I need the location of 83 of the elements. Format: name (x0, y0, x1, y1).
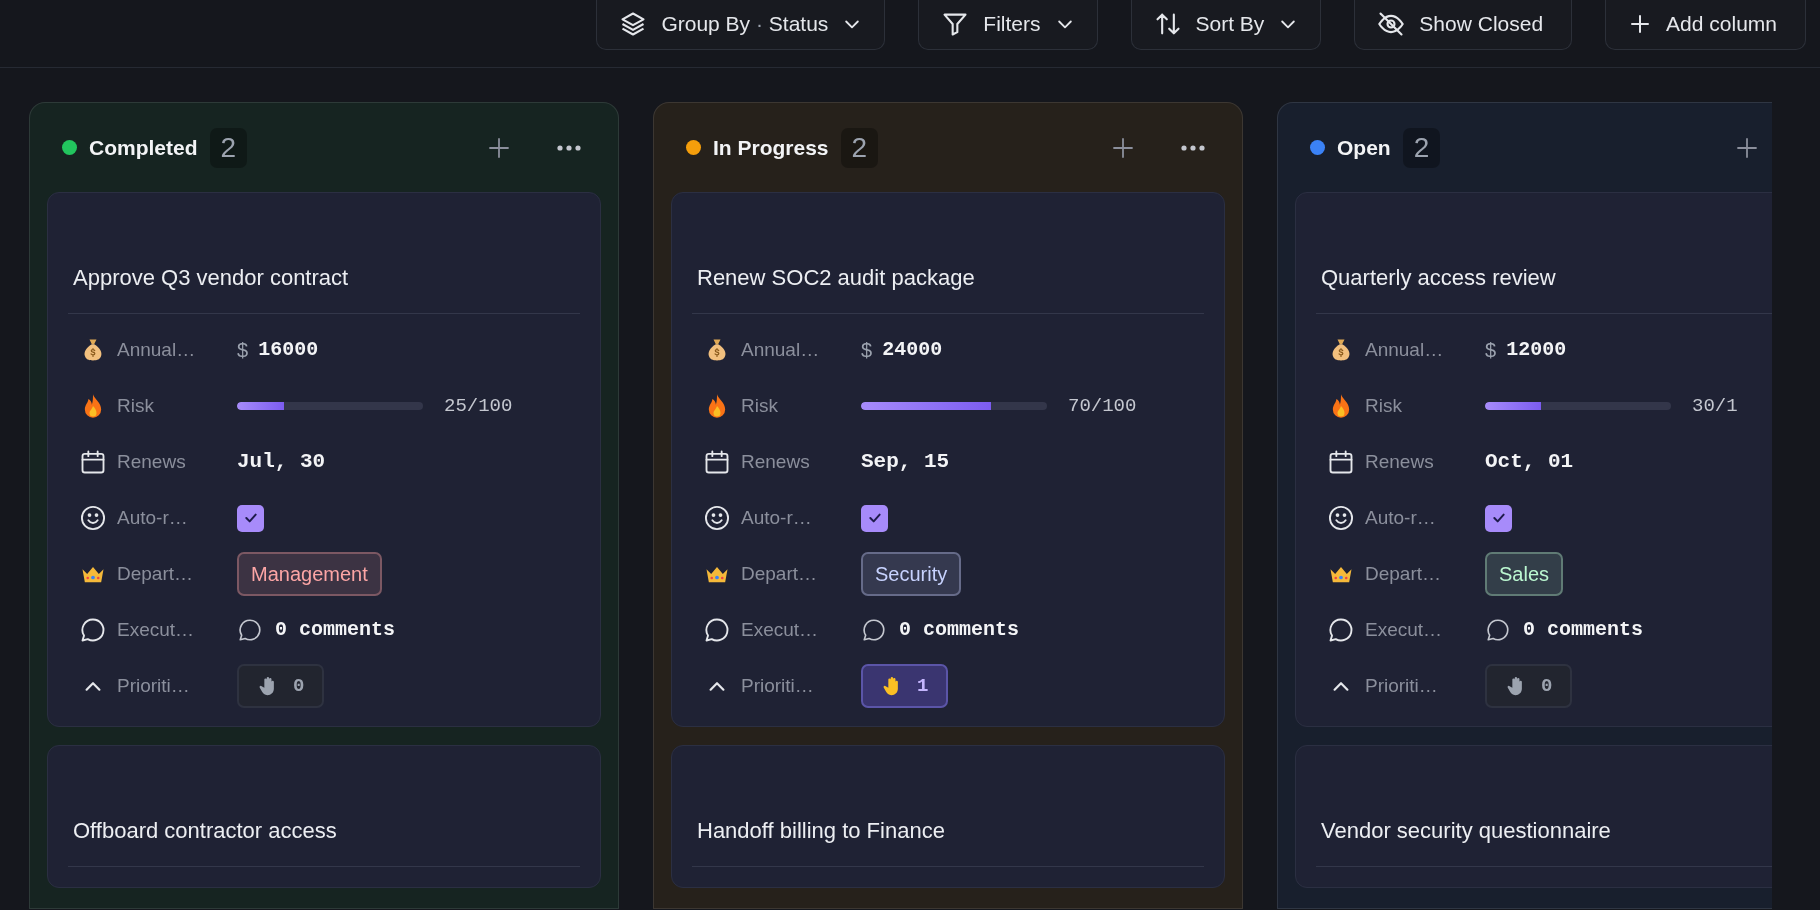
hidden-button[interactable]: Show Closed (1354, 0, 1573, 50)
field-label: Annual… (117, 337, 197, 362)
field-label: Prioriti… (741, 673, 815, 698)
currency-symbol: $ (861, 338, 873, 363)
field-label: Risk (1365, 393, 1403, 418)
speech-bubble-icon (1326, 616, 1355, 644)
risk-reading: 30/1 (1692, 393, 1738, 419)
field-label: Renews (741, 449, 811, 474)
speech-bubble-icon (861, 617, 887, 643)
column-title: Completed (89, 134, 198, 161)
task-card[interactable]: Approve Q3 vendor contract Annual… $ 16000 Risk 25/100 Renews Jul, 30 Auto-r… Depart… Management Execut… 0 comments Prioriti… 0 (47, 192, 601, 727)
task-card[interactable]: Quarterly access review Annual… $ 12000 Risk 30/1 Renews Oct, 01 Auto-r… Depart… Sales Execut… 0 comments Prioriti… 0 (1295, 192, 1772, 727)
task-card[interactable]: Renew SOC2 audit package Annual… $ 24000 Risk 70/100 Renews Sep, 15 Auto-r… Depart… Security Execut… 0 comments Prioriti… 1 (671, 192, 1225, 727)
comment-count: 0 comments (275, 617, 396, 643)
field-label: Auto-r… (1365, 505, 1437, 530)
checkbox[interactable] (237, 504, 264, 532)
card-title: Vendor security questionnaire (1316, 816, 1772, 867)
eye-off-icon (1377, 9, 1406, 38)
card-title: Renew SOC2 audit package (692, 263, 1204, 314)
date-value: Oct, 01 (1485, 449, 1574, 476)
vote-button[interactable]: 0 (237, 664, 325, 708)
speech-bubble-icon (702, 616, 731, 644)
task-card[interactable]: Handoff billing to Finance (671, 745, 1225, 888)
risk-reading: 70/100 (1068, 393, 1137, 419)
smiley-icon (78, 504, 107, 532)
task-card[interactable]: Vendor security questionnaire (1295, 745, 1772, 888)
amount-value: 12000 (1506, 337, 1567, 363)
card-title: Quarterly access review (1316, 263, 1772, 314)
plus-icon (1735, 135, 1759, 160)
card-title: Handoff billing to Finance (692, 816, 1204, 867)
currency-symbol: $ (1485, 338, 1497, 363)
card-title: Approve Q3 vendor contract (68, 263, 580, 314)
group-button[interactable]: Group By · Status (596, 0, 886, 50)
date-value: Jul, 30 (237, 449, 326, 476)
field-label: Prioriti… (1365, 673, 1439, 698)
more-icon (556, 143, 582, 152)
checkbox[interactable] (861, 504, 888, 532)
smiley-icon (1326, 504, 1355, 532)
plus-icon (487, 135, 511, 160)
field-label: Depart… (741, 561, 819, 586)
vote-button[interactable]: 0 (1485, 664, 1573, 708)
field-label: Renews (1365, 449, 1435, 474)
task-card[interactable]: Offboard contractor access (47, 745, 601, 888)
field-label: Prioriti… (117, 673, 191, 698)
field-label: Execut… (117, 617, 196, 642)
field-label: Execut… (1365, 617, 1444, 642)
plus-icon (1111, 135, 1135, 160)
field-label: Auto-r… (741, 505, 813, 530)
count-badge: 2 (840, 127, 879, 168)
amount-value: 24000 (882, 337, 943, 363)
more-icon (1180, 143, 1206, 152)
department-tag: Security (861, 552, 962, 596)
speech-bubble-icon (1485, 617, 1511, 643)
field-label: Annual… (741, 337, 821, 362)
comment-count: 0 comments (899, 617, 1020, 643)
filter-button[interactable]: Filters (918, 0, 1098, 50)
department-tag: Sales (1485, 552, 1564, 596)
card-title: Offboard contractor access (68, 816, 580, 867)
risk-reading: 25/100 (444, 393, 513, 419)
vote-button[interactable]: 1 (861, 664, 949, 708)
field-label: Renews (117, 449, 187, 474)
speech-bubble-icon (78, 616, 107, 644)
add-button[interactable]: Add column (1605, 0, 1806, 50)
comment-count: 0 comments (1523, 617, 1644, 643)
field-label: Depart… (1365, 561, 1443, 586)
amount-value: 16000 (258, 337, 319, 363)
speech-bubble-icon (237, 617, 263, 643)
field-label: Risk (117, 393, 155, 418)
checkbox[interactable] (1485, 504, 1512, 532)
count-badge: 2 (1402, 127, 1441, 168)
field-label: Risk (741, 393, 779, 418)
field-label: Auto-r… (117, 505, 189, 530)
sort-button[interactable]: Sort By (1130, 0, 1322, 50)
count-badge: 2 (209, 127, 248, 168)
date-value: Sep, 15 (861, 449, 950, 476)
column-title: In Progress (713, 134, 829, 161)
field-label: Execut… (741, 617, 820, 642)
currency-symbol: $ (237, 338, 249, 363)
department-tag: Management (237, 552, 382, 596)
field-label: Depart… (117, 561, 195, 586)
smiley-icon (702, 504, 731, 532)
field-label: Annual… (1365, 337, 1445, 362)
column-title: Open (1337, 134, 1391, 161)
